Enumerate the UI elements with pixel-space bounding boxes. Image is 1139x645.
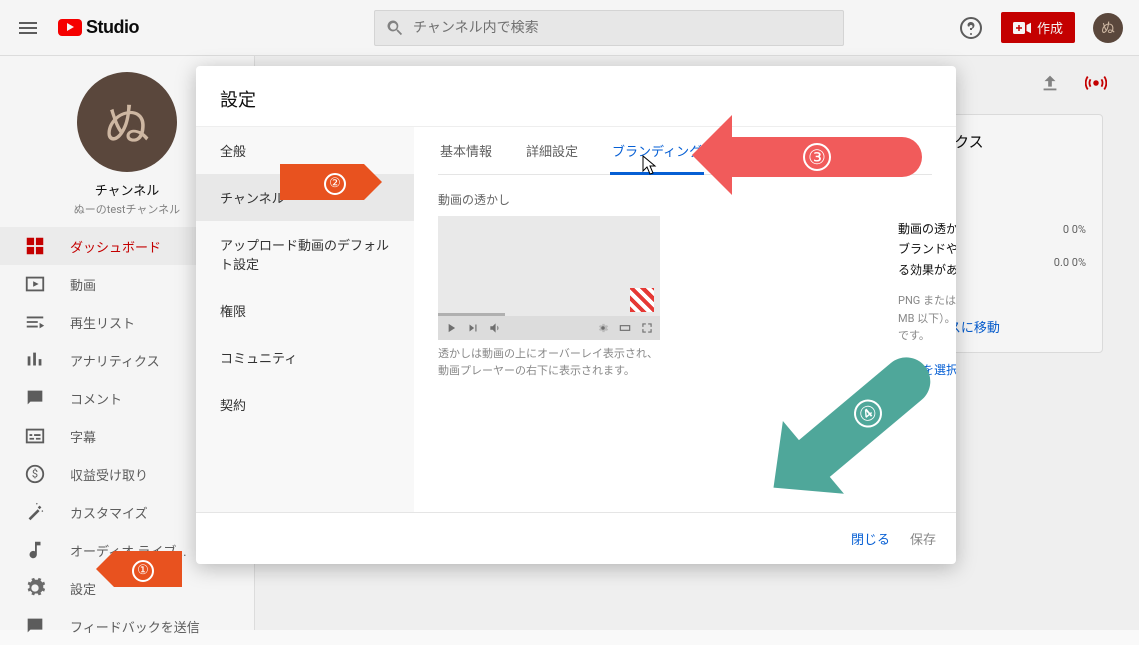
tab-basic[interactable]: 基本情報 [438,127,494,174]
tab-advanced[interactable]: 詳細設定 [524,127,580,174]
desc-text: 動画の透かしをコンテンツに追加すると、ブランドやチャンネルの認知度を向上させる効… [898,219,956,280]
settings-tab-upload-defaults[interactable]: アップロード動画のデフォルト設定 [196,221,414,287]
settings-tab-permissions[interactable]: 権限 [196,287,414,334]
annotation-tag-1: ① [96,551,182,587]
theater-icon[interactable] [618,321,632,335]
fullscreen-icon[interactable] [640,321,654,335]
preview-caption: 透かしは動画の上にオーバーレイ表示され、動画プレーヤーの右下に表示されます。 [438,346,660,379]
format-hint: PNG または GIF 形式（150 x 150 ピクセル、1 MB 以下）。1… [898,292,956,345]
annotation-arrow-3: ③ [692,115,922,205]
settings-tab-agreements[interactable]: 契約 [196,381,414,428]
watermark-preview-icon [630,288,654,312]
annotation-tag-2: ② [280,164,382,200]
settings-icon[interactable] [596,321,610,335]
next-icon[interactable] [466,321,480,335]
svg-text:③: ③ [808,145,826,169]
volume-icon[interactable] [488,321,502,335]
annotation-arrow-4: ④ [738,345,938,535]
player-controls [438,316,660,340]
cursor-icon [640,154,658,176]
video-preview [438,216,660,340]
settings-tab-community[interactable]: コミュニティ [196,334,414,381]
seek-bar[interactable] [438,313,505,316]
play-icon[interactable] [444,321,458,335]
